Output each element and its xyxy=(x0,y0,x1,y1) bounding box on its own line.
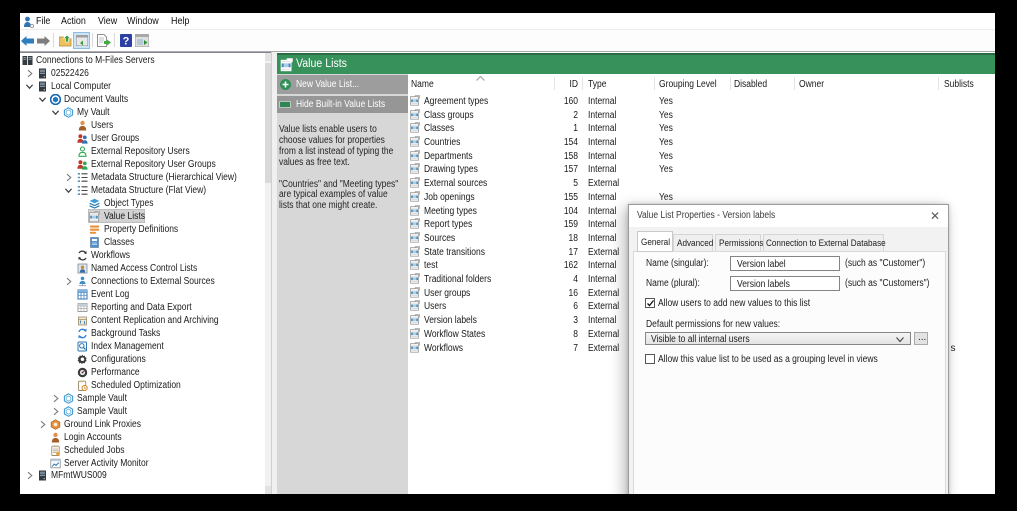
svg-text:?: ? xyxy=(123,36,130,48)
